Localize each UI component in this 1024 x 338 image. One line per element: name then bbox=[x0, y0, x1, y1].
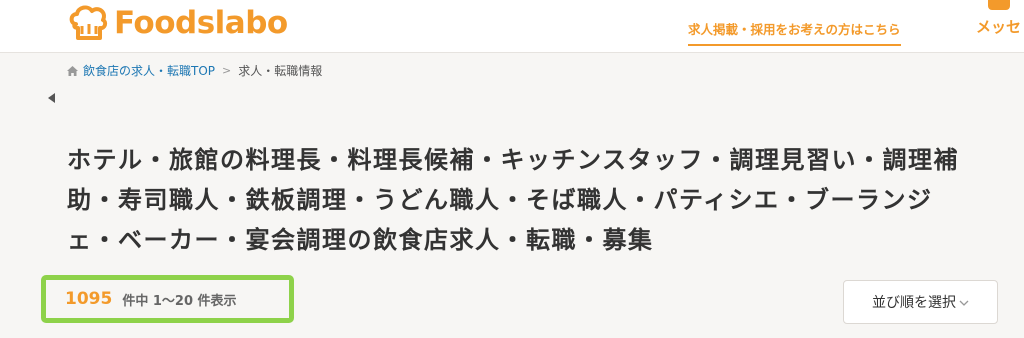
breadcrumb: 飲食店の求人・転職TOP > 求人・転職情報 bbox=[67, 62, 322, 79]
breadcrumb-current: 求人・転職情報 bbox=[238, 64, 323, 78]
message-icon bbox=[988, 0, 1010, 10]
site-header: Foodslabo 求人掲載・採用をお考えの方はこちら メッセ bbox=[0, 0, 1024, 53]
home-icon bbox=[67, 65, 78, 76]
result-total-count: 1095 bbox=[65, 289, 113, 309]
result-range-text: 件中 1〜20 件表示 bbox=[122, 293, 237, 309]
sort-order-select[interactable]: 並び順を選択 bbox=[843, 280, 998, 324]
logo-wordmark: Foodslabo bbox=[114, 5, 288, 41]
chef-hat-logo-icon bbox=[69, 5, 108, 40]
back-arrow-icon[interactable] bbox=[48, 93, 55, 103]
breadcrumb-separator: > bbox=[222, 64, 232, 77]
breadcrumb-home-link[interactable]: 飲食店の求人・転職TOP bbox=[83, 62, 215, 79]
message-button[interactable]: メッセ bbox=[976, 0, 1024, 44]
result-count-highlight: 1095 件中 1〜20 件表示 bbox=[41, 275, 294, 323]
page-title: ホテル・旅館の料理長・料理長候補・キッチンスタッフ・調理見習い・調理補助・寿司職… bbox=[67, 146, 960, 254]
sort-order-label: 並び順を選択 bbox=[872, 295, 956, 311]
employer-info-link[interactable]: 求人掲載・採用をお考えの方はこちら bbox=[688, 19, 901, 46]
message-label: メッセ bbox=[976, 18, 1022, 36]
chevron-down-icon bbox=[959, 300, 969, 306]
site-logo[interactable]: Foodslabo bbox=[68, 4, 288, 42]
